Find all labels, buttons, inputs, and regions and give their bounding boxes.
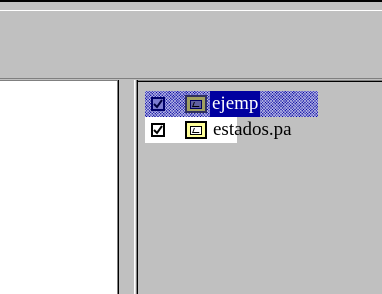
list-item-label: ejemp	[210, 91, 261, 117]
toolbar-highlight	[0, 10, 382, 11]
list-item[interactable]: estados.pa	[145, 117, 382, 143]
left-content-pane[interactable]	[0, 80, 117, 294]
splitter-edge	[118, 80, 119, 294]
left-pane-border	[0, 80, 117, 81]
application-window: ejemp estados.pa	[0, 0, 382, 294]
toolbar-shadow	[0, 78, 382, 79]
item-checkbox[interactable]	[151, 123, 165, 137]
list-pane-border	[137, 80, 138, 294]
file-list: ejemp estados.pa	[145, 91, 382, 143]
file-list-pane: ejemp estados.pa	[136, 80, 382, 294]
file-chart-icon	[185, 121, 207, 139]
chart-glyph	[190, 125, 202, 135]
chart-glyph	[190, 99, 202, 109]
checkmark-icon	[153, 125, 163, 135]
file-chart-icon	[185, 95, 207, 113]
list-pane-border	[136, 81, 382, 82]
item-checkbox[interactable]	[151, 97, 165, 111]
toolbar-area	[0, 0, 382, 80]
checkmark-icon	[153, 99, 163, 109]
list-item[interactable]: ejemp	[145, 91, 382, 117]
pane-splitter[interactable]	[117, 80, 136, 294]
list-item-label: estados.pa	[213, 119, 292, 140]
